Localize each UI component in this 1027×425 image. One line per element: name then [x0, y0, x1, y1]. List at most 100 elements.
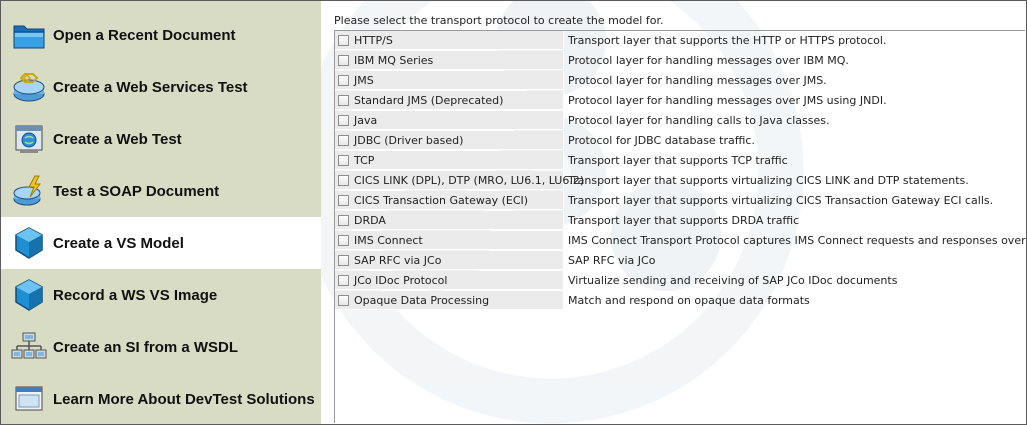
protocol-description: SAP RFC via JCo: [568, 254, 656, 267]
protocol-description: Protocol layer for handling messages ove…: [568, 74, 827, 87]
protocol-description: Transport layer that supports virtualizi…: [568, 174, 969, 187]
sidebar-item-learn-more-devtest[interactable]: Learn More About DevTest Solutions: [1, 373, 321, 424]
wsdl-network-icon: [9, 327, 49, 367]
protocol-name: SAP RFC via JCo: [354, 253, 442, 267]
description-cell: Virtualize sending and receiving of SAP …: [568, 271, 897, 290]
table-row: DRDA Transport layer that supports DRDA …: [335, 211, 1025, 231]
protocol-description: Virtualize sending and receiving of SAP …: [568, 274, 898, 287]
protocol-cell[interactable]: IBM MQ Series: [335, 51, 564, 70]
table-row: JCo IDoc Protocol Virtualize sending and…: [335, 271, 1025, 291]
protocol-name: Standard JMS (Deprecated): [354, 93, 504, 107]
table-row: JDBC (Driver based) Protocol for JDBC da…: [335, 131, 1025, 151]
sidebar-item-test-soap-document[interactable]: Test a SOAP Document: [1, 165, 321, 217]
protocol-name: JDBC (Driver based): [354, 133, 464, 147]
protocol-checkbox[interactable]: [338, 234, 349, 246]
table-row: HTTP/S Transport layer that supports the…: [335, 31, 1025, 51]
description-cell: Protocol layer for handling messages ove…: [568, 51, 849, 70]
folder-icon: [9, 15, 49, 55]
table-row: IMS Connect IMS Connect Transport Protoc…: [335, 231, 1026, 251]
description-cell: Protocol layer for handling messages ove…: [568, 71, 827, 90]
protocol-selection-panel: Please select the transport protocol to …: [321, 1, 1026, 424]
protocol-cell[interactable]: HTTP/S: [335, 31, 564, 50]
web-test-icon: [9, 119, 49, 159]
protocol-checkbox[interactable]: [338, 174, 349, 186]
protocol-description: IMS Connect Transport Protocol captures …: [568, 234, 1026, 247]
sidebar-item-label: Create a Web Services Test: [53, 78, 248, 96]
description-cell: Transport layer that supports virtualizi…: [568, 171, 969, 190]
protocol-name: Java: [354, 113, 378, 127]
protocol-cell[interactable]: SAP RFC via JCo: [335, 251, 564, 270]
sidebar-item-create-web-test[interactable]: Create a Web Test: [1, 113, 321, 165]
description-cell: Protocol for JDBC database traffic.: [568, 131, 755, 150]
protocol-checkbox[interactable]: [338, 214, 349, 226]
protocol-checkbox[interactable]: [338, 94, 349, 106]
protocol-checkbox[interactable]: [338, 274, 349, 286]
protocol-checkbox[interactable]: [338, 194, 349, 206]
protocol-name: HTTP/S: [354, 33, 393, 47]
protocol-cell[interactable]: TCP: [335, 151, 564, 170]
protocol-cell[interactable]: JMS: [335, 71, 564, 90]
sidebar-item-label: Record a WS VS Image: [53, 286, 218, 304]
protocol-cell[interactable]: JCo IDoc Protocol: [335, 271, 564, 290]
web-services-icon: [9, 67, 49, 107]
description-cell: Protocol layer for handling calls to Jav…: [568, 111, 829, 130]
protocol-cell[interactable]: Opaque Data Processing: [335, 291, 564, 310]
protocol-name: JMS: [354, 73, 374, 87]
table-row: IBM MQ Series Protocol layer for handlin…: [335, 51, 1025, 71]
protocol-description: Protocol layer for handling calls to Jav…: [568, 114, 830, 127]
protocol-cell[interactable]: Java: [335, 111, 564, 130]
protocol-checkbox[interactable]: [338, 54, 349, 66]
soap-document-icon: [9, 171, 49, 211]
sidebar-item-label: Learn More About DevTest Solutions: [53, 390, 315, 408]
protocol-name: CICS Transaction Gateway (ECI): [354, 193, 529, 207]
table-row: TCP Transport layer that supports TCP tr…: [335, 151, 1025, 171]
protocol-cell[interactable]: CICS Transaction Gateway (ECI): [335, 191, 564, 210]
protocol-checkbox[interactable]: [338, 294, 349, 306]
sidebar-item-label: Create an SI from a WSDL: [53, 338, 239, 356]
protocol-description: Transport layer that supports TCP traffi…: [568, 154, 788, 167]
table-row: SAP RFC via JCo SAP RFC via JCo: [335, 251, 1025, 271]
table-row: CICS LINK (DPL), DTP (MRO, LU6.1, LU6.2)…: [335, 171, 1025, 191]
protocol-checkbox[interactable]: [338, 34, 349, 46]
protocol-description: Protocol layer for handling messages ove…: [568, 54, 849, 67]
table-row: CICS Transaction Gateway (ECI) Transport…: [335, 191, 1025, 211]
protocol-table: HTTP/S Transport layer that supports the…: [334, 30, 1026, 423]
protocol-checkbox[interactable]: [338, 254, 349, 266]
description-cell: Protocol layer for handling messages ove…: [568, 91, 887, 110]
description-cell: Transport layer that supports TCP traffi…: [568, 151, 788, 170]
protocol-checkbox[interactable]: [338, 154, 349, 166]
protocol-cell[interactable]: DRDA: [335, 211, 564, 230]
protocol-description: Protocol for JDBC database traffic.: [568, 134, 755, 147]
sidebar-item-create-web-services-test[interactable]: Create a Web Services Test: [1, 61, 321, 113]
vs-image-cube-icon: [9, 275, 49, 315]
window-icon: [9, 379, 49, 419]
protocol-cell[interactable]: JDBC (Driver based): [335, 131, 564, 150]
protocol-description: Protocol layer for handling messages ove…: [568, 94, 887, 107]
protocol-name: DRDA: [354, 213, 386, 227]
instruction-text: Please select the transport protocol to …: [334, 14, 664, 27]
protocol-name: IBM MQ Series: [354, 53, 434, 67]
sidebar-item-record-ws-vs-image[interactable]: Record a WS VS Image: [1, 269, 321, 321]
protocol-description: Transport layer that supports DRDA traff…: [568, 214, 800, 227]
description-cell: SAP RFC via JCo: [568, 251, 655, 270]
protocol-description: Transport layer that supports the HTTP o…: [568, 34, 887, 47]
table-row: Opaque Data Processing Match and respond…: [335, 291, 1025, 311]
protocol-checkbox[interactable]: [338, 74, 349, 86]
table-row: JMS Protocol layer for handling messages…: [335, 71, 1025, 91]
sidebar-item-open-recent-document[interactable]: Open a Recent Document: [1, 9, 321, 61]
description-cell: Transport layer that supports DRDA traff…: [568, 211, 799, 230]
sidebar-item-label: Create a VS Model: [53, 234, 184, 252]
protocol-checkbox[interactable]: [338, 114, 349, 126]
protocol-cell[interactable]: Standard JMS (Deprecated): [335, 91, 564, 110]
protocol-name: IMS Connect: [354, 233, 423, 247]
sidebar-item-create-si-from-wsdl[interactable]: Create an SI from a WSDL: [1, 321, 321, 373]
protocol-cell[interactable]: IMS Connect: [335, 231, 564, 250]
table-row: Standard JMS (Deprecated) Protocol layer…: [335, 91, 1025, 111]
protocol-description: Match and respond on opaque data formats: [568, 294, 810, 307]
protocol-cell[interactable]: CICS LINK (DPL), DTP (MRO, LU6.1, LU6.2): [335, 171, 584, 190]
protocol-checkbox[interactable]: [338, 134, 349, 146]
protocol-name: TCP: [354, 153, 375, 167]
sidebar-item-create-vs-model[interactable]: Create a VS Model: [1, 217, 321, 269]
description-cell: Transport layer that supports the HTTP o…: [568, 31, 886, 50]
protocol-description: Transport layer that supports virtualizi…: [568, 194, 994, 207]
